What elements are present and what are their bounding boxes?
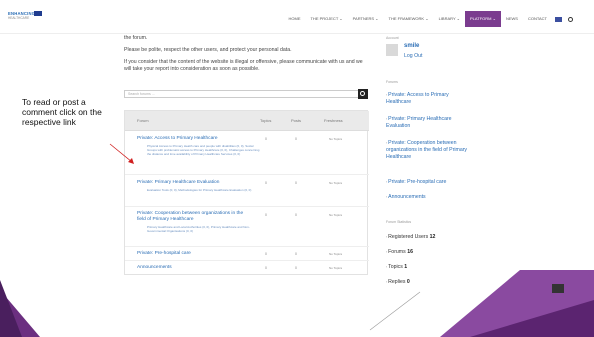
language-flag-icon[interactable] <box>555 16 562 22</box>
sidebar-forum-link[interactable]: › Private: Pre-hospital care <box>386 179 474 186</box>
stat-replies: › Replies 0 <box>386 279 410 285</box>
sidebar-forum-link[interactable]: › Private: Cooperation between organizat… <box>386 140 474 161</box>
table-row: Private: Access to Primary Healthcare Ph… <box>125 131 369 175</box>
topics-count: 0 <box>265 213 267 217</box>
forum-table: Forum Topics Posts Freshness Private: Ac… <box>124 110 369 275</box>
main-nav: HOME THE PROJECT ⌄ PARTNERS ⌄ THE FRAMEW… <box>283 11 576 27</box>
annotation-text: To read or post a comment click on the r… <box>22 97 102 127</box>
header-topics: Topics <box>260 118 272 123</box>
table-row: Announcements 0 0 No Topics <box>125 261 369 275</box>
sidebar-forum-link[interactable]: › Private: Primary Healthcare Evaluation <box>386 116 474 130</box>
subforum-list[interactable]: Physical Access to Primary Health care a… <box>147 144 262 156</box>
forum-link[interactable]: Private: Primary Healthcare Evaluation <box>137 180 252 186</box>
posts-count: 0 <box>295 213 297 217</box>
intro-text-3: If you consider that the content of the … <box>124 59 363 72</box>
nav-library[interactable]: LIBRARY ⌄ <box>434 11 465 27</box>
nav-partners[interactable]: PARTNERS ⌄ <box>348 11 384 27</box>
forum-link[interactable]: Private: Pre-hospital care <box>137 251 252 257</box>
nav-the-framework[interactable]: THE FRAMEWORK ⌄ <box>384 11 434 27</box>
header-freshness: Freshness <box>324 118 343 123</box>
username-link[interactable]: smile <box>404 43 419 49</box>
forums-heading: Forums <box>386 80 398 84</box>
sidebar-forum-link[interactable]: › Private: Access to Primary Healthcare <box>386 92 474 106</box>
freshness: No Topics <box>329 137 343 141</box>
stat-registered-users: › Registered Users 12 <box>386 234 436 240</box>
topics-count: 0 <box>265 252 267 256</box>
stats-heading: Forum Statistics <box>386 220 412 224</box>
search-button[interactable] <box>358 89 368 99</box>
table-row: Private: Pre-hospital care 0 0 No Topics <box>125 247 369 261</box>
search-placeholder: Search forums ... <box>128 92 155 96</box>
header-posts: Posts <box>291 118 302 123</box>
posts-count: 0 <box>295 252 297 256</box>
eu-flag-icon <box>34 11 42 16</box>
freshness: No Topics <box>329 181 343 185</box>
nav-the-project[interactable]: THE PROJECT ⌄ <box>305 11 347 27</box>
logo-line2: HEALTHCARE <box>8 16 30 20</box>
topics-count: 0 <box>265 137 267 141</box>
nav-contact[interactable]: CONTACT <box>523 11 552 27</box>
posts-count: 0 <box>295 181 297 185</box>
freshness: No Topics <box>329 266 343 270</box>
search-icon[interactable] <box>568 16 573 22</box>
forum-link[interactable]: Private: Access to Primary Healthcare <box>137 136 252 142</box>
nav-platform[interactable]: PLATFORM ⌄ <box>465 11 501 27</box>
forum-link[interactable]: Private: Cooperation between organizatio… <box>137 211 252 223</box>
posts-count: 0 <box>295 266 297 270</box>
freshness: No Topics <box>329 252 343 256</box>
freshness: No Topics <box>329 213 343 217</box>
site-logo[interactable]: ENHANCING HEALTHCARE <box>8 11 44 25</box>
posts-count: 0 <box>295 137 297 141</box>
slide: ENHANCING HEALTHCARE HOME THE PROJECT ⌄ … <box>0 0 594 337</box>
nav-news[interactable]: NEWS <box>501 11 523 27</box>
header-forum: Forum <box>137 118 149 123</box>
forum-link[interactable]: Announcements <box>137 265 252 271</box>
nav-home[interactable]: HOME <box>283 11 305 27</box>
stat-topics: › Topics 1 <box>386 264 408 270</box>
forum-table-header: Forum Topics Posts Freshness <box>125 111 369 131</box>
top-navbar: ENHANCING HEALTHCARE HOME THE PROJECT ⌄ … <box>0 0 594 34</box>
forum-search-input[interactable]: Search forums ... <box>124 90 360 98</box>
intro-text-2: Please be polite, respect the other user… <box>124 47 292 53</box>
scroll-to-top-button[interactable] <box>552 284 564 293</box>
decorative-line <box>369 291 421 331</box>
topics-count: 0 <box>265 266 267 270</box>
account-heading: Account <box>386 36 399 40</box>
sidebar-forum-link[interactable]: › Announcements <box>386 194 474 201</box>
corner-shape-left-dark <box>0 280 22 337</box>
avatar[interactable] <box>386 44 398 56</box>
intro-text-1: the forum. <box>124 35 148 41</box>
table-row: Private: Primary Healthcare Evaluation E… <box>125 175 369 207</box>
stat-forums: › Forums 16 <box>386 249 413 255</box>
search-icon <box>360 91 365 96</box>
table-row: Private: Cooperation between organizatio… <box>125 207 369 247</box>
topics-count: 0 <box>265 181 267 185</box>
main-content: the forum. Please be polite, respect the… <box>124 34 370 73</box>
subforum-list[interactable]: Evaluation Tools (0, 0), Methodologies f… <box>147 188 257 192</box>
logout-link[interactable]: Log Out <box>404 53 422 59</box>
subforum-list[interactable]: Primary Healthcare and Local Authorities… <box>147 225 257 233</box>
